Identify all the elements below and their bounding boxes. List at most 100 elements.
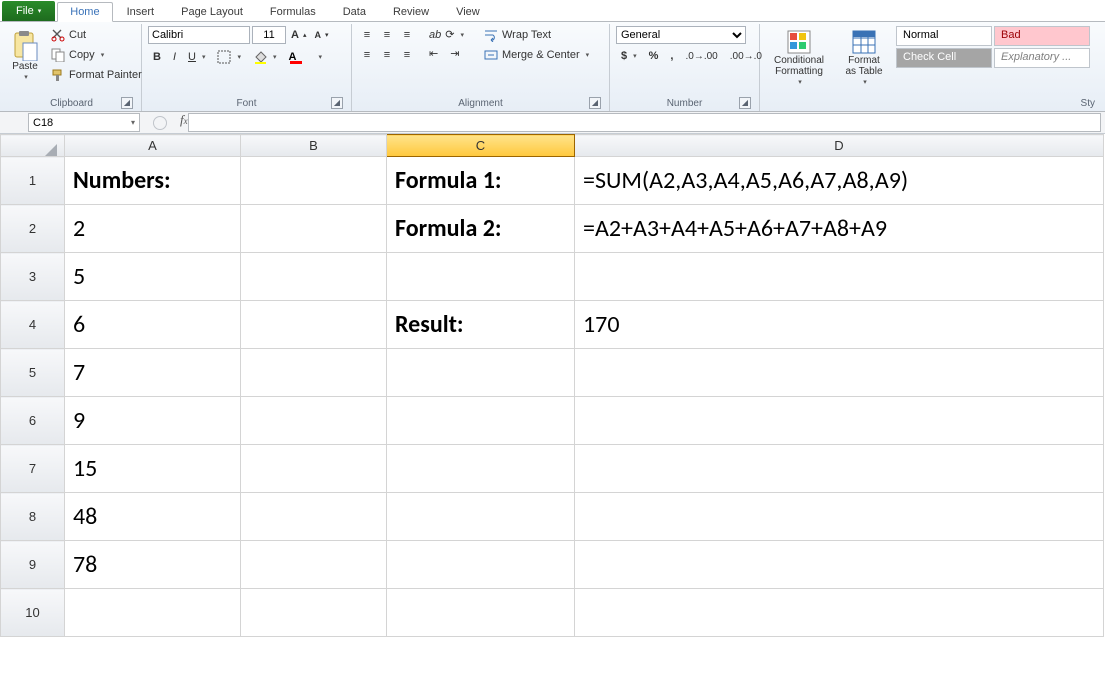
fx-icon[interactable]: fx [180, 112, 188, 133]
cell-C10[interactable] [387, 589, 575, 637]
row-header-4[interactable]: 4 [1, 301, 65, 349]
align-right-button[interactable]: ≡ [398, 46, 416, 64]
cell-D6[interactable] [575, 397, 1104, 445]
cell-C7[interactable] [387, 445, 575, 493]
underline-button[interactable]: U▾ [183, 49, 210, 65]
align-top-button[interactable]: ≡ [358, 26, 376, 44]
align-bottom-button[interactable]: ≡ [398, 26, 416, 44]
format-as-table-button[interactable]: Format as Table▾ [836, 26, 892, 91]
number-dialog-launcher[interactable]: ◢ [739, 97, 751, 109]
increase-decimal-button[interactable]: .0→.00 [680, 48, 722, 64]
font-dialog-launcher[interactable]: ◢ [331, 97, 343, 109]
row-header-7[interactable]: 7 [1, 445, 65, 493]
row-header-5[interactable]: 5 [1, 349, 65, 397]
cut-button[interactable]: Cut [46, 26, 147, 44]
tab-home[interactable]: Home [57, 2, 112, 22]
cell-B2[interactable] [241, 205, 387, 253]
row-header-6[interactable]: 6 [1, 397, 65, 445]
font-name-combo[interactable] [148, 26, 250, 44]
wrap-text-button[interactable]: Wrap Text [479, 26, 594, 44]
border-button[interactable]: ▾ [212, 48, 246, 66]
col-header-B[interactable]: B [241, 135, 387, 157]
cell-D3[interactable] [575, 253, 1104, 301]
cell-B10[interactable] [241, 589, 387, 637]
cell-B4[interactable] [241, 301, 387, 349]
cell-D4[interactable]: 170 [575, 301, 1104, 349]
orientation-button[interactable]: ab⟳▾ [424, 26, 469, 43]
style-check-cell[interactable]: Check Cell [896, 48, 992, 68]
style-explanatory[interactable]: Explanatory ... [994, 48, 1090, 68]
tab-insert[interactable]: Insert [114, 1, 168, 21]
cell-C9[interactable] [387, 541, 575, 589]
cell-D9[interactable] [575, 541, 1104, 589]
cell-A9[interactable]: 78 [65, 541, 241, 589]
style-bad[interactable]: Bad [994, 26, 1090, 46]
italic-button[interactable]: I [168, 49, 181, 65]
cell-A3[interactable]: 5 [65, 253, 241, 301]
cell-D10[interactable] [575, 589, 1104, 637]
cell-C3[interactable] [387, 253, 575, 301]
comma-format-button[interactable]: , [665, 48, 678, 64]
merge-center-button[interactable]: Merge & Center▾ [479, 46, 594, 64]
cell-C5[interactable] [387, 349, 575, 397]
cell-grid[interactable]: A B C D 1 Numbers: Formula 1: =SUM(A2,A3… [0, 134, 1104, 637]
row-header-2[interactable]: 2 [1, 205, 65, 253]
select-all-corner[interactable] [1, 135, 65, 157]
cell-D5[interactable] [575, 349, 1104, 397]
cell-B1[interactable] [241, 157, 387, 205]
tab-review[interactable]: Review [380, 1, 442, 21]
clipboard-dialog-launcher[interactable]: ◢ [121, 97, 133, 109]
format-painter-button[interactable]: Format Painter [46, 66, 147, 84]
cell-B7[interactable] [241, 445, 387, 493]
font-size-combo[interactable] [252, 26, 286, 44]
shrink-font-button[interactable]: A▾ [311, 28, 331, 42]
cell-A7[interactable]: 15 [65, 445, 241, 493]
cell-C4[interactable]: Result: [387, 301, 575, 349]
cell-A10[interactable] [65, 589, 241, 637]
cell-A6[interactable]: 9 [65, 397, 241, 445]
cell-B3[interactable] [241, 253, 387, 301]
align-left-button[interactable]: ≡ [358, 46, 376, 64]
tab-file[interactable]: File ▾ [2, 1, 55, 21]
bold-button[interactable]: B [148, 49, 166, 65]
conditional-formatting-button[interactable]: Conditional Formatting▾ [766, 26, 832, 91]
alignment-dialog-launcher[interactable]: ◢ [589, 97, 601, 109]
cell-D7[interactable] [575, 445, 1104, 493]
cell-C8[interactable] [387, 493, 575, 541]
decrease-indent-button[interactable]: ⇤ [424, 45, 443, 62]
cell-B8[interactable] [241, 493, 387, 541]
cell-A1[interactable]: Numbers: [65, 157, 241, 205]
col-header-D[interactable]: D [575, 135, 1104, 157]
tab-view[interactable]: View [443, 1, 493, 21]
cell-A2[interactable]: 2 [65, 205, 241, 253]
name-box[interactable]: C18 ▾ [28, 113, 140, 132]
cell-A4[interactable]: 6 [65, 301, 241, 349]
percent-format-button[interactable]: % [644, 48, 664, 64]
cell-B5[interactable] [241, 349, 387, 397]
row-header-9[interactable]: 9 [1, 541, 65, 589]
cell-C6[interactable] [387, 397, 575, 445]
grow-font-button[interactable]: A▴ [288, 27, 309, 43]
increase-indent-button[interactable]: ⇥ [445, 45, 464, 62]
cell-A8[interactable]: 48 [65, 493, 241, 541]
tab-data[interactable]: Data [330, 1, 379, 21]
align-center-button[interactable]: ≡ [378, 46, 396, 64]
cell-D2[interactable]: =A2+A3+A4+A5+A6+A7+A8+A9 [575, 205, 1104, 253]
row-header-10[interactable]: 10 [1, 589, 65, 637]
align-middle-button[interactable]: ≡ [378, 26, 396, 44]
font-color-button[interactable]: A▾ [284, 49, 327, 65]
row-header-1[interactable]: 1 [1, 157, 65, 205]
accounting-format-button[interactable]: $▾ [616, 48, 642, 64]
number-format-combo[interactable]: General [616, 26, 746, 44]
fill-color-button[interactable]: ▾ [248, 48, 282, 66]
row-header-8[interactable]: 8 [1, 493, 65, 541]
style-normal[interactable]: Normal [896, 26, 992, 46]
cell-D1[interactable]: =SUM(A2,A3,A4,A5,A6,A7,A8,A9) [575, 157, 1104, 205]
cell-C2[interactable]: Formula 2: [387, 205, 575, 253]
cell-B9[interactable] [241, 541, 387, 589]
formula-input[interactable] [188, 113, 1101, 132]
copy-button[interactable]: Copy▾ [46, 46, 147, 64]
cell-D8[interactable] [575, 493, 1104, 541]
chevron-down-icon[interactable]: ▾ [131, 118, 135, 127]
col-header-C[interactable]: C [387, 135, 575, 157]
